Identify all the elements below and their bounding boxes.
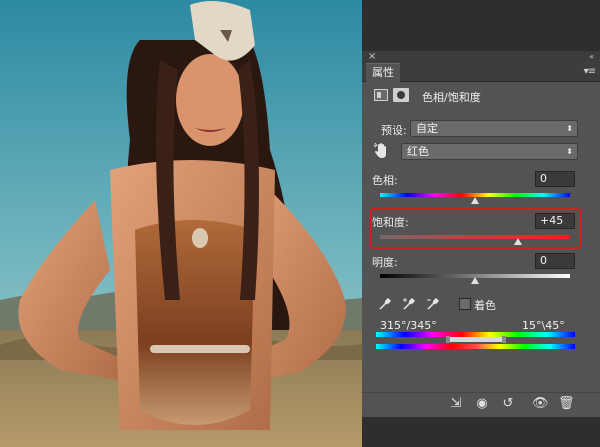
panel-footer-strip [362, 417, 600, 447]
eyedropper-icon[interactable] [378, 297, 392, 311]
range-handle-left[interactable] [446, 336, 450, 343]
lightness-value-field[interactable]: 0 [535, 253, 575, 269]
range-left-label: 315°/345° [380, 319, 437, 332]
adjusted-spectrum-bar [376, 344, 575, 349]
adjustment-layer-icon [374, 89, 388, 101]
targeted-adjustment-hand-icon[interactable] [372, 141, 392, 161]
view-previous-icon[interactable]: ◉ [474, 396, 490, 412]
colorize-label: 着色 [474, 299, 496, 312]
reset-icon[interactable]: ↺ [500, 396, 516, 412]
panel-menu-icon[interactable]: ▾≡ [584, 66, 596, 77]
photo-image [0, 0, 362, 447]
eyedropper-minus-icon[interactable] [426, 297, 440, 311]
range-selector[interactable] [448, 337, 504, 342]
delete-icon[interactable]: 🗑 [558, 396, 575, 412]
hue-slider-thumb[interactable] [471, 197, 479, 204]
hue-value-field[interactable]: 0 [535, 171, 575, 187]
clip-to-layer-icon[interactable]: ⇲ [448, 396, 464, 412]
tab-properties[interactable]: 属性 [366, 63, 400, 82]
channel-value: 红色 [407, 145, 429, 158]
close-icon[interactable]: × [368, 51, 376, 63]
preset-label: 预设: [381, 124, 407, 137]
chevron-updown-icon: ⬍ [566, 124, 573, 133]
adjustment-title: 色相/饱和度 [422, 91, 481, 104]
hue-label: 色相: [372, 174, 398, 187]
visibility-icon[interactable]: 👁 [532, 396, 549, 412]
lightness-label: 明度: [372, 256, 398, 269]
chevron-updown-icon: ⬍ [566, 147, 573, 156]
panel-close-bar [362, 51, 600, 63]
panel-top-strip [362, 0, 600, 51]
photo-canvas [0, 0, 362, 447]
preset-value: 自定 [416, 122, 438, 135]
range-right-label: 15°\45° [522, 319, 565, 332]
preset-dropdown[interactable]: 自定 ⬍ [410, 120, 578, 137]
channel-dropdown[interactable]: 红色 ⬍ [401, 143, 578, 160]
range-handle-right[interactable] [502, 336, 506, 343]
colorize-checkbox[interactable] [459, 298, 471, 310]
layer-mask-icon[interactable] [393, 88, 409, 102]
eyedropper-plus-icon[interactable] [402, 297, 416, 311]
collapse-icon[interactable]: « [589, 51, 594, 63]
saturation-highlight-box [370, 208, 581, 249]
lightness-slider-thumb[interactable] [471, 277, 479, 284]
